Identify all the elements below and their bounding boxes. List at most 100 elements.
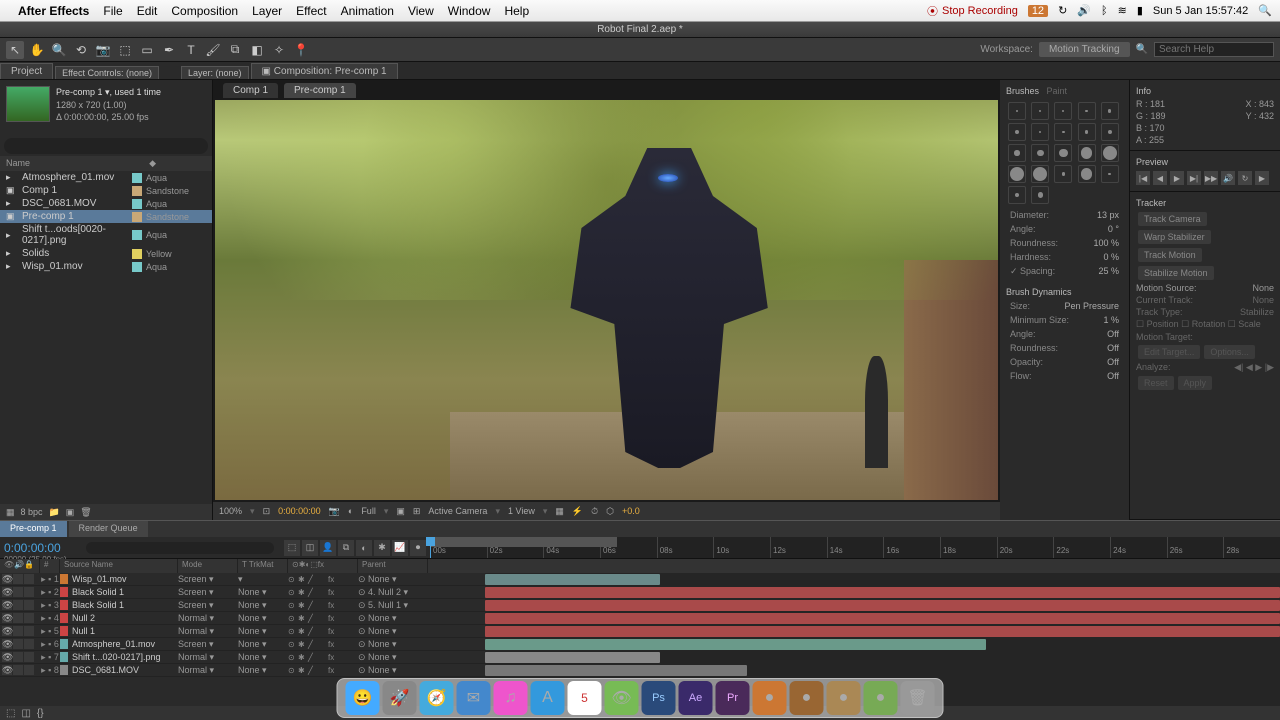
time-ruler[interactable]: 00s02s04s06s08s10s12s14s16s18s20s22s24s2… bbox=[430, 537, 1280, 558]
play-button[interactable]: ▶ bbox=[1170, 171, 1184, 185]
fast-preview-icon[interactable]: ⚡ bbox=[572, 506, 583, 517]
graph-editor-icon[interactable]: 📈 bbox=[392, 540, 408, 556]
hardness-value[interactable]: 0 % bbox=[1103, 252, 1119, 262]
timeline-tab-render[interactable]: Render Queue bbox=[69, 521, 148, 537]
dock-trash[interactable]: 🗑 bbox=[901, 681, 935, 715]
dock-ical[interactable]: 5 bbox=[568, 681, 602, 715]
hand-tool[interactable]: ✋ bbox=[28, 41, 46, 59]
channel-icon[interactable]: ◐ bbox=[348, 506, 353, 516]
timeline-layer[interactable]: 👁▸ ▪ 6Atmosphere_01.movScreen ▾None ▾⊙✱╱… bbox=[0, 638, 485, 651]
comp-mini-flowchart-icon[interactable]: ⬚ bbox=[284, 540, 300, 556]
rotate-tool[interactable]: ⟲ bbox=[72, 41, 90, 59]
brush-preset[interactable] bbox=[1031, 186, 1049, 204]
wifi-icon[interactable]: ≋ bbox=[1118, 4, 1127, 17]
timeline-icon[interactable]: ⏱ bbox=[591, 506, 598, 517]
layer-bar[interactable] bbox=[485, 665, 747, 676]
layer-bar[interactable] bbox=[485, 613, 1280, 624]
layer-bar[interactable] bbox=[485, 574, 660, 585]
resolution-icon[interactable]: ⊡ bbox=[263, 506, 271, 517]
brush-preset[interactable] bbox=[1101, 102, 1119, 120]
timeline-search[interactable] bbox=[86, 542, 274, 554]
menu-view[interactable]: View bbox=[408, 4, 434, 18]
warp-stabilizer-button[interactable]: Warp Stabilizer bbox=[1138, 230, 1211, 244]
asset-row[interactable]: ▸Shift t...oods[0020-0217].pngAqua bbox=[0, 223, 212, 247]
pin-tool[interactable]: 📍 bbox=[292, 41, 310, 59]
dyn-flow-value[interactable]: Off bbox=[1107, 371, 1119, 381]
frame-blend-icon[interactable]: ⧉ bbox=[338, 540, 354, 556]
dock-appstore[interactable]: A bbox=[531, 681, 565, 715]
last-frame-button[interactable]: ▶▶ bbox=[1204, 171, 1218, 185]
camera-dropdown[interactable]: Active Camera bbox=[428, 506, 487, 516]
layer-bar[interactable] bbox=[485, 587, 1280, 598]
brushes-header[interactable]: Brushes bbox=[1006, 86, 1039, 96]
brush-preset[interactable] bbox=[1054, 123, 1072, 141]
stabilize-motion-button[interactable]: Stabilize Motion bbox=[1138, 266, 1214, 280]
mask-tool[interactable]: ▭ bbox=[138, 41, 156, 59]
menu-help[interactable]: Help bbox=[504, 4, 529, 18]
text-tool[interactable]: T bbox=[182, 41, 200, 59]
shy-icon[interactable]: 👤 bbox=[320, 540, 336, 556]
brush-preset[interactable] bbox=[1078, 165, 1096, 183]
cc-badge[interactable]: 12 bbox=[1028, 5, 1048, 17]
pen-tool[interactable]: ✒ bbox=[160, 41, 178, 59]
snapshot-icon[interactable]: 📷 bbox=[329, 506, 340, 517]
next-frame-button[interactable]: ▶| bbox=[1187, 171, 1201, 185]
diameter-value[interactable]: 13 px bbox=[1097, 210, 1119, 220]
current-time[interactable]: 0:00:00:00 bbox=[278, 506, 321, 516]
toggle-blend-icon[interactable]: {} bbox=[37, 708, 44, 719]
ram-preview-button[interactable]: ▶ bbox=[1255, 171, 1269, 185]
project-search[interactable] bbox=[4, 138, 208, 154]
asset-row[interactable]: ▣Pre-comp 1Sandstone bbox=[0, 210, 212, 223]
motion-source-dropdown[interactable]: None bbox=[1252, 283, 1274, 293]
asset-row[interactable]: ▣Comp 1Sandstone bbox=[0, 184, 212, 197]
layer-bar[interactable] bbox=[485, 652, 660, 663]
brush-preset[interactable] bbox=[1101, 165, 1119, 183]
dyn-size-value[interactable]: Pen Pressure bbox=[1064, 301, 1119, 311]
grid-icon[interactable]: ⊞ bbox=[413, 506, 421, 517]
timeline-tab-precomp[interactable]: Pre-comp 1 bbox=[0, 521, 67, 537]
menu-window[interactable]: Window bbox=[448, 4, 491, 18]
angle-value[interactable]: 0 ° bbox=[1108, 224, 1119, 234]
eraser-tool[interactable]: ◧ bbox=[248, 41, 266, 59]
paint-header[interactable]: Paint bbox=[1047, 86, 1068, 96]
asset-row[interactable]: ▸SolidsYellow bbox=[0, 247, 212, 260]
project-tab[interactable]: Project bbox=[0, 63, 53, 79]
composition-tab[interactable]: ▣ Composition: Pre-comp 1 bbox=[251, 63, 398, 79]
zoom-tool[interactable]: 🔍 bbox=[50, 41, 68, 59]
effect-controls-tab[interactable]: Effect Controls: (none) bbox=[55, 66, 159, 79]
viewer-tab-comp1[interactable]: Comp 1 bbox=[223, 83, 278, 98]
dock-itunes[interactable]: ♫ bbox=[494, 681, 528, 715]
interpret-icon[interactable]: ▦ bbox=[6, 507, 15, 518]
timeline-layer[interactable]: 👁▸ ▪ 1Wisp_01.movScreen ▾ ▾⊙✱╱fx⊙ None ▾ bbox=[0, 573, 485, 586]
viewer-tab-precomp1[interactable]: Pre-comp 1 bbox=[284, 83, 356, 98]
roto-tool[interactable]: ✧ bbox=[270, 41, 288, 59]
asset-row[interactable]: ▸Atmosphere_01.movAqua bbox=[0, 171, 212, 184]
brush-preset[interactable] bbox=[1078, 144, 1096, 162]
camera-tool[interactable]: 📷 bbox=[94, 41, 112, 59]
exposure-value[interactable]: +0.0 bbox=[622, 506, 640, 516]
motion-blur-icon[interactable]: ◐ bbox=[356, 540, 372, 556]
track-motion-button[interactable]: Track Motion bbox=[1138, 248, 1202, 262]
brush-preset[interactable] bbox=[1101, 144, 1119, 162]
selection-tool[interactable]: ↖ bbox=[6, 41, 24, 59]
dyn-angle-value[interactable]: Off bbox=[1107, 329, 1119, 339]
layer-bar[interactable] bbox=[485, 600, 1280, 611]
dyn-min-value[interactable]: 1 % bbox=[1103, 315, 1119, 325]
layer-tab[interactable]: Layer: (none) bbox=[181, 66, 249, 79]
timeline-layer[interactable]: 👁▸ ▪ 5Null 1Normal ▾None ▾⊙✱╱fx⊙ None ▾ bbox=[0, 625, 485, 638]
spacing-value[interactable]: 25 % bbox=[1098, 266, 1119, 277]
menu-edit[interactable]: Edit bbox=[137, 4, 158, 18]
menu-composition[interactable]: Composition bbox=[171, 4, 238, 18]
loop-button[interactable]: ↻ bbox=[1238, 171, 1252, 185]
sync-icon[interactable]: ↻ bbox=[1058, 4, 1067, 17]
brush-preset[interactable] bbox=[1008, 144, 1026, 162]
dock-app2[interactable]: ● bbox=[790, 681, 824, 715]
menu-file[interactable]: File bbox=[103, 4, 122, 18]
timeline-time[interactable]: 0:00:00:00 bbox=[4, 541, 76, 555]
dock-aftereffects[interactable]: Ae bbox=[679, 681, 713, 715]
timeline-layer[interactable]: 👁▸ ▪ 4Null 2Normal ▾None ▾⊙✱╱fx⊙ None ▾ bbox=[0, 612, 485, 625]
brush-preset[interactable] bbox=[1008, 123, 1026, 141]
new-comp-icon[interactable]: ▣ bbox=[66, 507, 75, 518]
brainstorm-icon[interactable]: ✱ bbox=[374, 540, 390, 556]
stop-recording-button[interactable]: ⦿ Stop Recording bbox=[927, 3, 1018, 19]
